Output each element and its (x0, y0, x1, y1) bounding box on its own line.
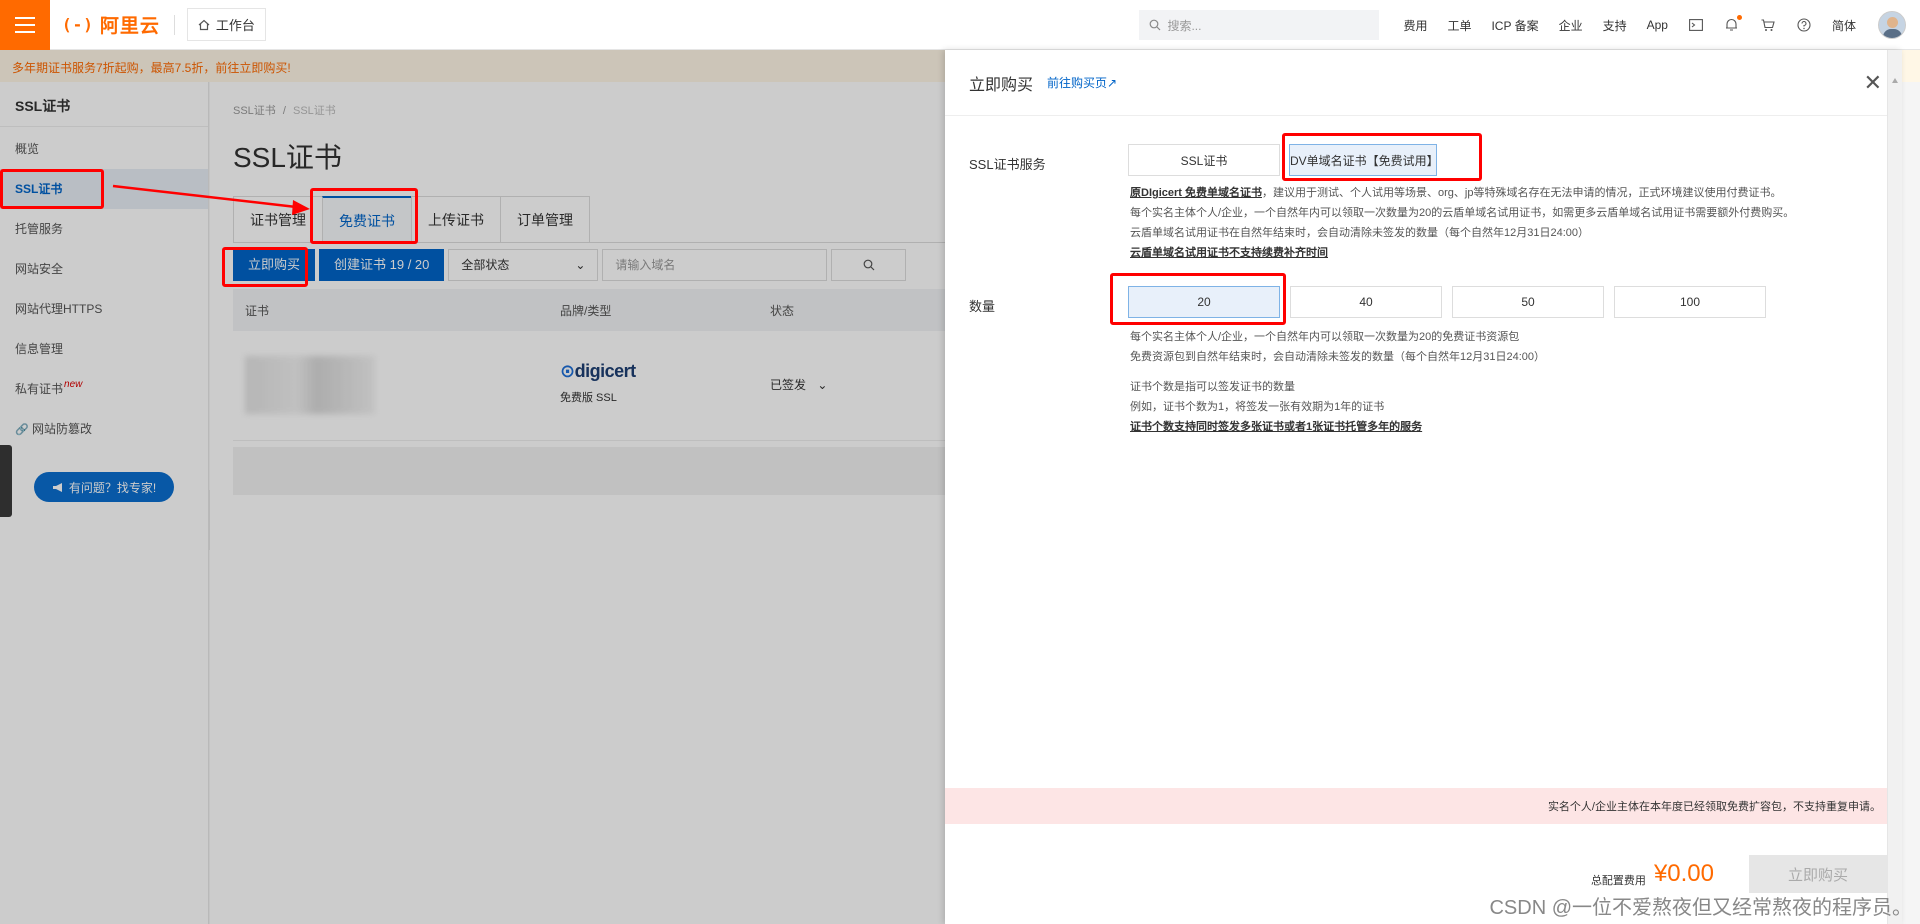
search-placeholder: 搜索... (1167, 18, 1202, 33)
help-icon[interactable] (1796, 17, 1812, 33)
buy-now-submit-button[interactable]: 立即购买 (1749, 855, 1887, 893)
bell-icon[interactable] (1724, 15, 1742, 33)
cart-icon[interactable] (1760, 17, 1776, 33)
workbench-label: 工作台 (215, 18, 255, 33)
total-price: ¥0.00 (1653, 860, 1714, 887)
buy-drawer: 立即购买 前往购买页↗ ✕ SSL证书服务 SSL证书 DV单域名证书【免费试用… (945, 50, 1902, 924)
nav-link-tickets[interactable]: 工单 (1447, 17, 1471, 34)
quantity-description: 每个实名主体个人/企业，一个自然年内可以领取一次数量为20的免费证书资源包 免费… (1130, 327, 1545, 437)
total-cost-label: 总配置费用 (1590, 875, 1646, 887)
service-desc-link[interactable]: 云盾单域名试用证书不支持续费补齐时间 (1130, 243, 1794, 263)
service-label: SSL证书服务 (969, 157, 1046, 172)
hamburger-menu-icon[interactable] (0, 0, 50, 50)
service-desc-1: ，建议用于测试、个人试用等场景、org、jp等特殊域名存在无法申请的情况，正式环… (1262, 187, 1782, 199)
nav-link-icp[interactable]: ICP 备案 (1491, 17, 1538, 34)
go-to-purchase-label: 前往购买页 (1047, 76, 1108, 90)
home-icon (198, 19, 210, 30)
nav-link-support[interactable]: 支持 (1603, 17, 1627, 34)
aliyun-logo[interactable]: (-) 阿里云 (62, 11, 160, 38)
notification-dot (1736, 15, 1742, 20)
drawer-header: 立即购买 前往购买页↗ ✕ (945, 50, 1902, 116)
service-desc-3: 云盾单域名试用证书在自然年结束时，会自动清除未签发的数量（每个自然年12月31日… (1130, 227, 1589, 239)
qty-desc-link[interactable]: 证书个数支持同时签发多张证书或者1张证书托管多年的服务 (1130, 417, 1545, 437)
search-icon (1150, 19, 1161, 31)
quantity-option-40[interactable]: 40 (1290, 286, 1442, 318)
service-description: 原DIgicert 免费单域名证书，建议用于测试、个人试用等场景、org、jp等… (1130, 183, 1794, 263)
nav-link-app[interactable]: App (1647, 18, 1668, 32)
highlight-sidebar-ssl (0, 169, 104, 209)
quantity-option-50[interactable]: 50 (1452, 286, 1604, 318)
avatar[interactable] (1878, 11, 1906, 39)
option-ssl-certificate[interactable]: SSL证书 (1128, 144, 1280, 176)
qty-desc-3: 证书个数是指可以签发证书的数量 (1130, 381, 1295, 393)
qty-desc-1: 每个实名主体个人/企业，一个自然年内可以领取一次数量为20的免费证书资源包 (1130, 331, 1520, 343)
language-switch[interactable]: 简体 (1832, 17, 1856, 34)
top-right-nav: 搜索... 费用 工单 ICP 备案 企业 支持 App 简体 (1139, 0, 1920, 50)
annotation-arrow (112, 184, 310, 215)
external-link-icon: ↗ (1107, 76, 1118, 90)
highlight-quantity-20 (1110, 273, 1286, 325)
logo-text: 阿里云 (99, 16, 160, 37)
divider (173, 14, 175, 35)
service-desc-2: 每个实名主体个人/企业，一个自然年内可以领取一次数量为20的云盾单域名试用证书，… (1130, 207, 1795, 219)
warning-banner: 实名个人/企业主体在本年度已经领取免费扩容包，不支持重复申请。 (945, 788, 1887, 824)
global-search-input[interactable]: 搜索... (1139, 10, 1380, 40)
logo-mark: (-) (62, 15, 94, 34)
watermark: CSDN @一位不爱熬夜但又经常熬夜的程序员。 (1489, 897, 1912, 919)
highlight-dv-option (1282, 133, 1482, 181)
service-desc-lead: 原DIgicert 免费单域名证书 (1130, 187, 1263, 199)
nav-link-enterprise[interactable]: 企业 (1559, 17, 1583, 34)
nav-link-fees[interactable]: 费用 (1403, 17, 1427, 34)
drawer-title: 立即购买 (969, 76, 1034, 94)
quantity-label: 数量 (969, 299, 996, 314)
top-bar: (-) 阿里云 工作台 搜索... 费用 工单 ICP 备案 企业 支持 App… (0, 0, 1920, 50)
go-to-purchase-link[interactable]: 前往购买页↗ (1047, 74, 1117, 91)
terminal-icon[interactable] (1688, 17, 1704, 33)
quantity-option-100[interactable]: 100 (1614, 286, 1766, 318)
drawer-scrollbar[interactable] (1887, 50, 1902, 924)
qty-desc-4: 例如，证书个数为1，将签发一张有效期为1年的证书 (1130, 401, 1385, 413)
close-icon[interactable]: ✕ (1864, 70, 1882, 96)
qty-desc-2: 免费资源包到自然年结束时，会自动清除未签发的数量（每个自然年12月31日24:0… (1130, 351, 1545, 363)
workbench-button[interactable]: 工作台 (186, 8, 266, 41)
